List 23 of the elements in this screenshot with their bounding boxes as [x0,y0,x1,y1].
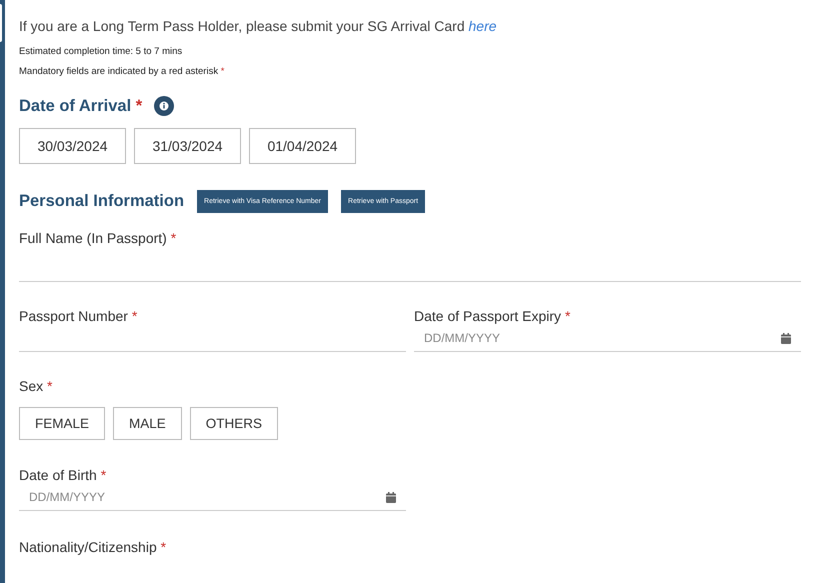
sex-option[interactable]: FEMALE [19,407,106,440]
section-heading: Personal Information [19,192,184,211]
date-field[interactable]: DD/MM/YYYY [414,325,801,352]
estimate-text: Estimated completion time: 5 to 7 mins [19,45,184,59]
here-link[interactable]: here [468,18,497,34]
calendar-icon[interactable] [386,492,396,502]
date-option[interactable]: 31/03/2024 [134,128,241,164]
sex-option[interactable]: MALE [113,407,182,440]
field-label: Full Name (In Passport) * [19,229,178,247]
field-label: Sex * [19,377,54,395]
field-label: Date of Birth * [19,466,108,484]
calendar-icon[interactable] [781,332,791,344]
mandatory-note: Mandatory fields are indicated by a red asterisk * [19,65,226,79]
field-label: Passport Number * [19,307,138,325]
date-field[interactable]: DD/MM/YYYY [19,484,406,511]
info-icon[interactable] [154,96,174,116]
intro-text: If you are a Long Term Pass Holder, please submit your SG Arrival Card here [19,17,498,35]
section-heading: Date of Arrival * [19,96,142,116]
date-option[interactable]: 30/03/2024 [19,128,126,164]
field-label: Nationality/Citizenship * [19,538,168,556]
date-option[interactable]: 01/04/2024 [249,128,356,164]
sex-option[interactable]: OTHERS [190,407,278,440]
field-label: Date of Passport Expiry * [414,307,572,325]
